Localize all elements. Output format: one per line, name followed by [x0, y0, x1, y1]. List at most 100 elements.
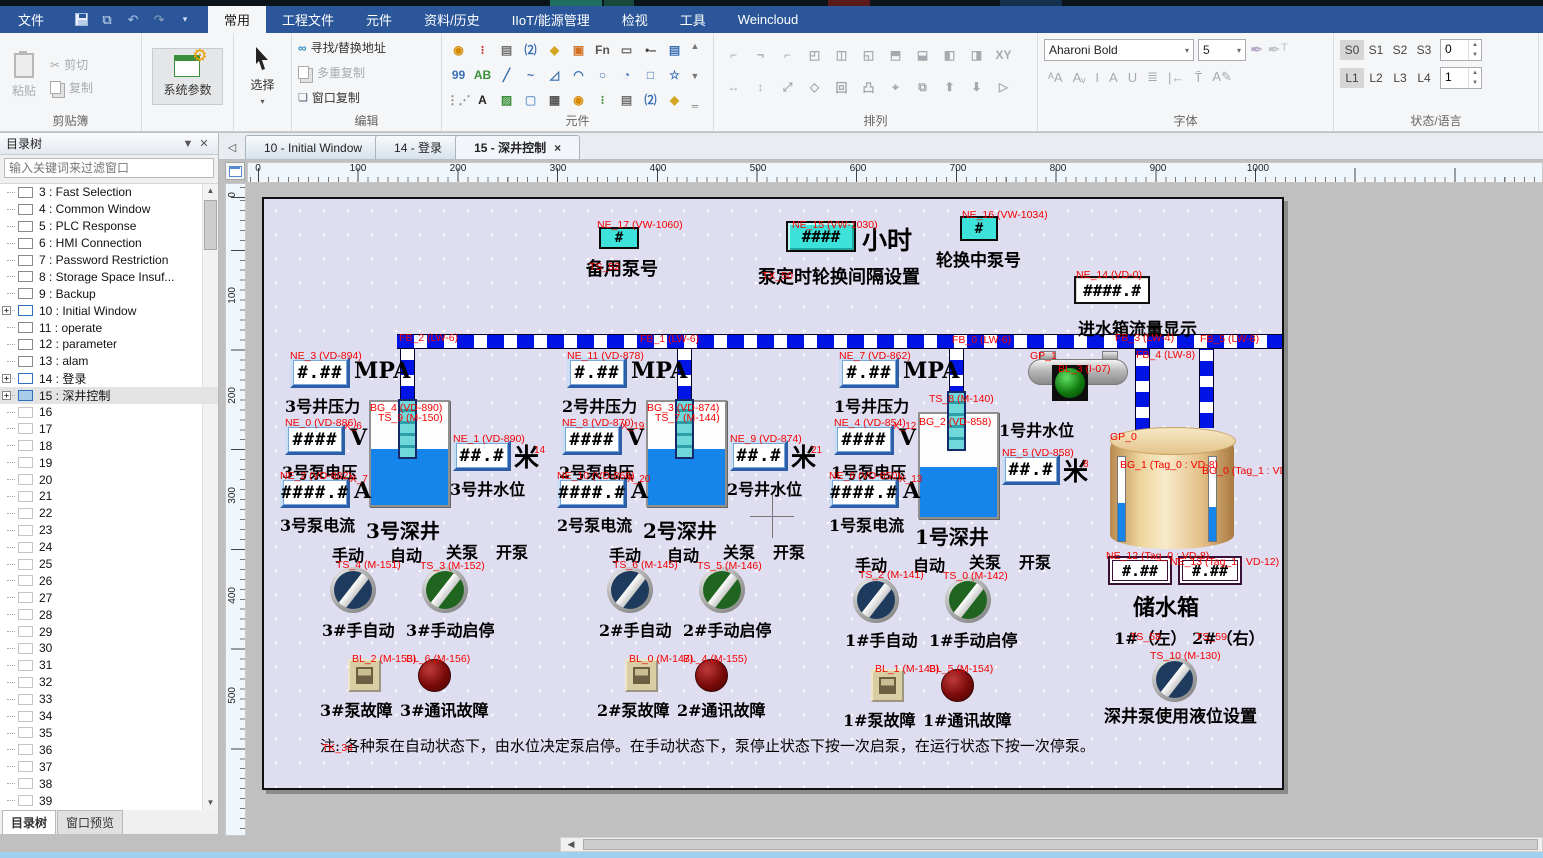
switch-label[interactable]: 1#手动启停: [929, 627, 1018, 651]
ribbon-tab[interactable]: 常用: [208, 6, 266, 33]
ribbon-tab[interactable]: 工具: [664, 6, 722, 33]
storage-tank-label[interactable]: 储水箱: [1133, 590, 1199, 622]
polyline-icon[interactable]: ◿: [544, 64, 565, 85]
pump-on-label[interactable]: 开泵: [1019, 549, 1051, 573]
format-text-icon[interactable]: ✒ᵀ: [1267, 40, 1287, 60]
tree-item[interactable]: + 26: [0, 572, 218, 589]
save-icon[interactable]: [72, 12, 90, 28]
start-stop-switch[interactable]: [699, 567, 745, 613]
sidebar-tab[interactable]: 目录树: [2, 810, 56, 834]
ribbon-tab[interactable]: 元件: [350, 6, 408, 33]
lamp-label[interactable]: 1#泵故障: [843, 707, 916, 731]
well-name[interactable]: 3号深井: [366, 515, 440, 544]
pressure-label[interactable]: 2号井压力: [562, 393, 637, 417]
tag-icon[interactable]: ◆: [664, 89, 685, 110]
pressure-unit[interactable]: MPA: [354, 358, 410, 384]
document-tab[interactable]: 14 - 登录: [375, 135, 461, 159]
ruler-corner-button[interactable]: [225, 162, 245, 180]
state-spinbox[interactable]: 0▲▼: [1440, 39, 1482, 61]
v-align-icon[interactable]: T̄: [1194, 70, 1202, 85]
indicator-icon[interactable]: ⁝: [592, 89, 613, 110]
font-family-combo[interactable]: Aharoni Bold▾: [1044, 39, 1194, 61]
tree-item[interactable]: + 31: [0, 657, 218, 674]
switch-label[interactable]: 2#手动启停: [683, 617, 772, 641]
current-label[interactable]: 1号泵电流: [829, 512, 904, 536]
expand-icon[interactable]: +: [2, 374, 11, 383]
tree-item[interactable]: + 6 : HMI Connection: [0, 235, 218, 252]
align-left-icon[interactable]: ⌐: [723, 45, 744, 66]
canvas-horizontal-scrollbar[interactable]: ◀: [560, 837, 1543, 852]
spin-down-icon[interactable]: ▼: [1469, 78, 1481, 88]
level-label[interactable]: 3号井水位: [450, 476, 525, 500]
ungroup-icon[interactable]: 凸: [858, 77, 879, 98]
scroll-more-icon[interactable]: ═: [692, 101, 698, 111]
spin-up-icon[interactable]: ▲: [1469, 68, 1481, 78]
rotate-icon[interactable]: ◇: [804, 77, 825, 98]
tree-item[interactable]: + 8 : Storage Space Insuf...: [0, 268, 218, 285]
language-toggle[interactable]: L1: [1340, 68, 1364, 88]
tree-item[interactable]: + 10 : Initial Window: [0, 302, 218, 319]
font-size-combo[interactable]: 5▾: [1198, 39, 1246, 61]
tree-item[interactable]: + 19: [0, 454, 218, 471]
slider-icon[interactable]: •‒: [640, 39, 661, 60]
operation-note[interactable]: 注: 各种泵在自动状态下，由水位决定泵启停。在手动状态下，泵停止状态下按一次启泵…: [320, 735, 1095, 756]
ribbon-tab[interactable]: IIoT/能源管理: [496, 6, 606, 33]
scrollbar-thumb[interactable]: [583, 839, 1538, 850]
tree-item[interactable]: + 9 : Backup: [0, 285, 218, 302]
star-icon[interactable]: ☆: [664, 64, 685, 85]
close-tab-icon[interactable]: ×: [554, 141, 561, 155]
ascii-display-icon[interactable]: AB: [472, 64, 493, 85]
switch-label[interactable]: 3#手自动: [322, 617, 395, 641]
scroll-up-icon[interactable]: ▲: [691, 41, 700, 51]
align-center-icon[interactable]: ¬: [750, 45, 771, 66]
start-stop-switch[interactable]: [422, 567, 468, 613]
distribute-h-icon[interactable]: ⬓: [912, 45, 933, 66]
cut-button[interactable]: ✂剪切: [50, 56, 93, 73]
tree-item[interactable]: + 35: [0, 725, 218, 742]
manual-auto-switch[interactable]: [607, 567, 653, 613]
tree-item[interactable]: + 38: [0, 775, 218, 792]
ribbon-tab[interactable]: 资料/历史: [408, 6, 496, 33]
copy-button[interactable]: 复制: [50, 79, 93, 96]
tree-item[interactable]: + 25: [0, 556, 218, 573]
space-v-icon[interactable]: ◨: [966, 45, 987, 66]
manual-auto-switch[interactable]: [330, 567, 376, 613]
pump-on-label[interactable]: 开泵: [773, 539, 805, 563]
tree-item[interactable]: + 14 : 登录: [0, 370, 218, 387]
language-toggle[interactable]: L4: [1412, 68, 1436, 88]
tree-item[interactable]: + 15 : 深井控制: [0, 387, 218, 404]
freeform-icon[interactable]: ~: [520, 64, 541, 85]
ribbon-tab[interactable]: 工程文件: [266, 6, 350, 33]
panel-close-icon[interactable]: ✕: [196, 137, 212, 150]
tree-item[interactable]: + 37: [0, 758, 218, 775]
document-tab-active[interactable]: 15 - 深井控制×: [455, 135, 580, 159]
space-h-icon[interactable]: ◧: [939, 45, 960, 66]
tab-scroll-left-icon[interactable]: ◁: [219, 141, 245, 159]
state-toggle[interactable]: S2: [1388, 40, 1412, 60]
tree-item[interactable]: + 21: [0, 488, 218, 505]
macro-icon[interactable]: Fn: [592, 39, 613, 60]
tree-item[interactable]: + 12 : parameter: [0, 336, 218, 353]
rotating-pump-label[interactable]: 轮换中泵号: [936, 246, 1021, 271]
hmi-design-canvas[interactable]: NE_17 (VW-1060) # TS_52 备用泵号 NE_15 (VW-1…: [262, 197, 1284, 790]
tree-item[interactable]: + 16: [0, 404, 218, 421]
find-replace-button[interactable]: ∞寻找/替换地址: [298, 39, 435, 56]
style-icon[interactable]: A✎: [1212, 69, 1232, 85]
tree-item[interactable]: + 39: [0, 792, 218, 809]
state-toggle[interactable]: S0: [1340, 40, 1364, 60]
tree-item[interactable]: + 4 : Common Window: [0, 201, 218, 218]
tree-item[interactable]: + 20: [0, 471, 218, 488]
tree-item[interactable]: + 30: [0, 640, 218, 657]
lamp-label[interactable]: 1#通讯故障: [923, 707, 1012, 731]
window-filter-field[interactable]: [4, 158, 214, 178]
toggle-switch-icon[interactable]: ▣: [568, 39, 589, 60]
expand-icon[interactable]: +: [2, 391, 11, 400]
h-align-icon[interactable]: |←: [1168, 70, 1184, 85]
tree-item[interactable]: + 32: [0, 674, 218, 691]
pie-icon[interactable]: ◔: [616, 64, 637, 85]
language-toggle[interactable]: L2: [1364, 68, 1388, 88]
word-lamp-icon[interactable]: ⁝: [472, 39, 493, 60]
align-right-icon[interactable]: ⌐: [777, 45, 798, 66]
pressure-unit[interactable]: MPA: [903, 358, 959, 384]
file-menu-button[interactable]: 文件: [0, 6, 62, 33]
